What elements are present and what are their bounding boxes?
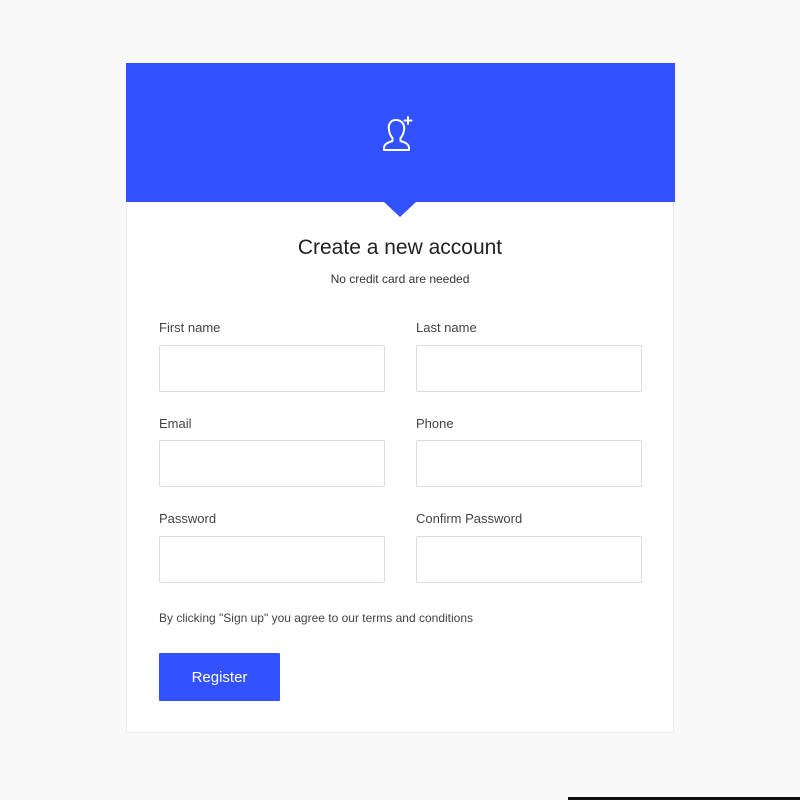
form-subtitle: No credit card are needed — [330, 272, 470, 286]
last-name-label: Last name — [416, 320, 477, 335]
email-input[interactable] — [159, 440, 385, 487]
register-button[interactable]: Register — [159, 653, 280, 701]
header-pointer — [384, 202, 416, 217]
terms-text: By clicking "Sign up" you agree to our t… — [159, 611, 474, 625]
card-header — [126, 63, 675, 217]
first-name-input[interactable] — [159, 345, 385, 392]
register-card: Create a new account No credit card are … — [126, 63, 675, 733]
password-label: Password — [159, 511, 217, 526]
phone-input[interactable] — [416, 440, 642, 487]
confirm-password-input[interactable] — [416, 536, 642, 583]
confirm-password-label: Confirm Password — [416, 511, 523, 526]
email-label: Email — [159, 416, 192, 431]
user-plus-icon — [383, 116, 413, 151]
phone-label: Phone — [416, 416, 454, 431]
password-input[interactable] — [159, 536, 385, 583]
form-title: Create a new account — [297, 236, 503, 259]
first-name-label: First name — [159, 320, 221, 335]
last-name-input[interactable] — [416, 345, 642, 392]
